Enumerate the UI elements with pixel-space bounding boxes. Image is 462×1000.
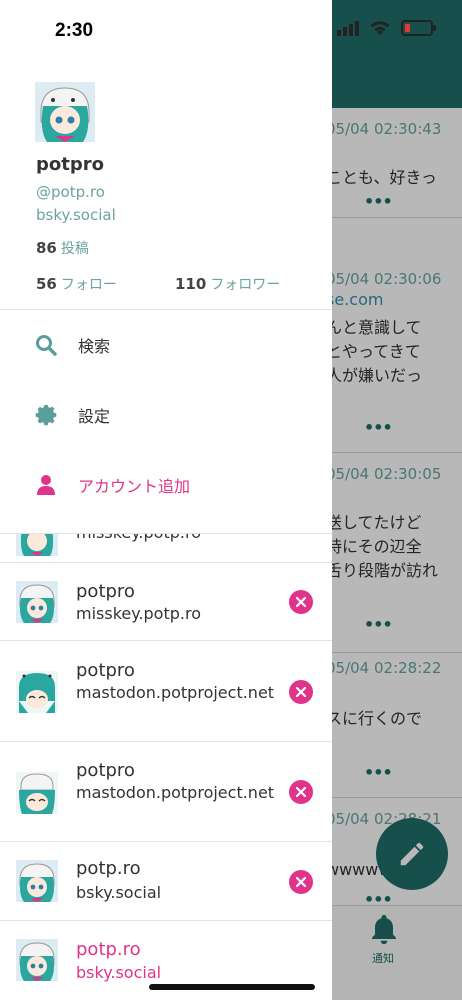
remove-account-button[interactable] [289,870,313,894]
followers-count: 110 [175,275,207,293]
account-row[interactable]: potpro misskey.potp.ro [0,563,332,641]
following-label: フォロー [60,277,117,293]
account-server: misskey.potp.ro [76,604,201,623]
close-icon [295,596,307,608]
posts-label: 投稿 [60,241,89,257]
account-name: potp.ro [76,939,141,960]
profile-handle: @potp.ro [36,183,105,201]
profile-server: bsky.social [36,206,116,224]
account-server: bsky.social [76,883,162,902]
account-name: potp.ro [76,858,141,879]
profile-avatar[interactable] [35,82,95,142]
menu-label-add-account: アカウント追加 [78,477,191,496]
followers-stat[interactable]: 110 フォロワー [175,274,280,294]
remove-account-button[interactable] [289,590,313,614]
posts-count: 86 [36,239,57,257]
gear-icon [35,405,57,426]
menu-item-add-account[interactable]: アカウント追加 [0,450,332,520]
status-time: 2:30 [55,20,94,41]
account-row[interactable]: potp.ro bsky.social [0,842,332,921]
menu-label-settings: 設定 [78,407,111,426]
signal-icon [337,21,359,36]
menu-item-search[interactable]: 検索 [0,310,332,380]
posts-stat[interactable]: 86 投稿 [36,238,89,258]
account-name: potpro [76,581,135,602]
account-avatar [16,939,58,981]
battery-icon [401,20,436,36]
menu-item-settings[interactable]: 設定 [0,380,332,450]
user-icon [37,475,55,495]
account-server: misskey.potp.ro [76,534,276,544]
account-row[interactable]: potpro mastodon.potproject.net [0,742,332,842]
close-icon [295,786,307,798]
followers-label: フォロワー [210,277,281,293]
home-indicator [149,984,315,990]
profile-name: potpro [36,154,104,175]
close-icon [295,686,307,698]
remove-account-button[interactable] [289,780,313,804]
following-count: 56 [36,275,57,293]
side-drawer: potpro @potp.ro bsky.social 86 投稿 56 フォロ… [0,0,332,1000]
status-icons [337,20,436,36]
account-server: mastodon.potproject.net [76,683,275,702]
account-avatar [16,772,58,814]
account-server: bsky.social [76,963,162,982]
close-icon [295,876,307,888]
account-name: potpro [76,660,135,681]
remove-account-button[interactable] [289,680,313,704]
account-avatar [16,671,58,713]
search-icon [36,335,57,356]
account-row[interactable]: potpro mastodon.potproject.net [0,641,332,742]
account-row[interactable]: misskey.potp.ro [0,534,332,563]
wifi-icon [370,21,390,35]
account-name: potpro [76,760,135,781]
menu-label-search: 検索 [78,337,111,356]
account-avatar [16,534,58,556]
account-avatar [16,581,58,623]
following-stat[interactable]: 56 フォロー [36,274,117,294]
account-avatar [16,860,58,902]
account-server: mastodon.potproject.net [76,783,275,802]
